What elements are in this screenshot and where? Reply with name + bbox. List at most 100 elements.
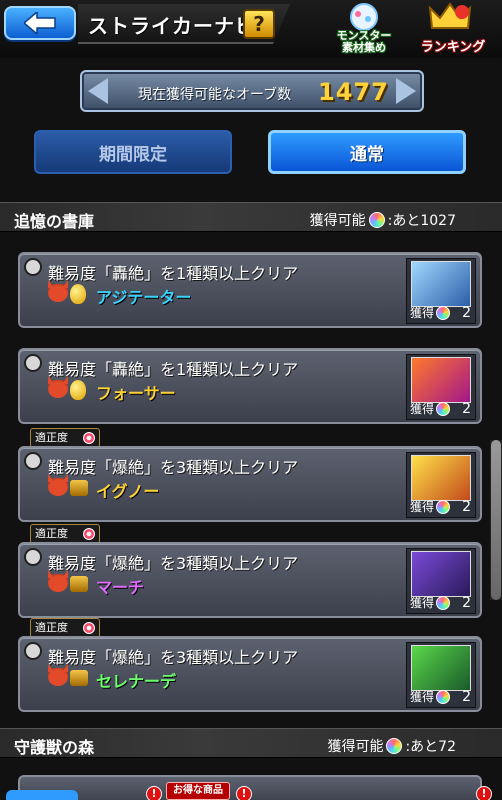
mission-condition: 難易度「爆絶」を3種類以上クリア xyxy=(48,648,299,667)
difficulty-devil-icon xyxy=(48,284,68,302)
page-title: ストライカーナビ xyxy=(88,14,256,38)
reward-label: 獲得 xyxy=(410,306,435,320)
reward-label: 獲得 xyxy=(410,596,435,610)
mission-monster-name: マーチ xyxy=(96,578,145,597)
mission-condition: 難易度「轟絶」を1種類以上クリア xyxy=(48,264,299,283)
chest-icon xyxy=(70,576,88,592)
tab-limited-time[interactable]: 期間限定 xyxy=(34,130,232,174)
orb-counter: 現在獲得可能なオーブ数 1477 xyxy=(80,70,424,112)
status-prefix: 獲得可能 xyxy=(327,739,384,755)
orb-counter-label: 現在獲得可能なオーブ数 xyxy=(138,87,292,103)
mission-card[interactable]: 難易度「轟絶」を1種類以上クリア フォーサー 獲得 2 xyxy=(18,348,482,424)
reward-count: 2 xyxy=(462,305,471,321)
reward-label-wrap: 獲得 xyxy=(410,594,451,611)
mission-check-icon xyxy=(24,258,42,276)
mission-card[interactable]: 難易度「爆絶」を3種類以上クリア マーチ 獲得 2 xyxy=(18,542,482,618)
monster-portrait xyxy=(411,551,471,597)
reward-label: 獲得 xyxy=(410,690,435,704)
reward-label-wrap: 獲得 xyxy=(410,688,451,705)
crown-icon xyxy=(428,2,472,29)
status-prefix: 獲得可能 xyxy=(309,213,366,229)
orb-icon xyxy=(386,738,403,754)
section-status: 獲得可能 :あと72 xyxy=(327,736,456,756)
target-icon xyxy=(83,528,95,540)
alert-badge: ! xyxy=(476,786,492,800)
suitability-label: 適正度 xyxy=(35,527,68,540)
reward-box: 獲得 2 xyxy=(406,354,476,420)
reward-count: 2 xyxy=(462,401,471,417)
section-header-forest: 守護獣の森 獲得可能 :あと72 xyxy=(0,728,502,758)
mission-card[interactable]: 難易度「爆絶」を3種類以上クリア イグノー 獲得 2 xyxy=(18,446,482,522)
materials-label: モンスター 素材集め xyxy=(336,29,392,54)
section-status: 獲得可能 :あと1027 xyxy=(310,210,456,230)
reward-label-wrap: 獲得 xyxy=(410,498,451,515)
help-button[interactable]: ? xyxy=(243,9,275,39)
mission-condition: 難易度「爆絶」を3種類以上クリア xyxy=(48,458,299,477)
mission-monster-name: フォーサー xyxy=(96,384,176,403)
suitability-tag: 適正度 xyxy=(30,524,100,544)
mission-condition: 難易度「爆絶」を3種類以上クリア xyxy=(48,554,299,573)
suitability-tag: 適正度 xyxy=(30,428,100,448)
orb-icon xyxy=(436,401,451,416)
orb-icon xyxy=(436,595,451,610)
ranking-button[interactable]: ランキング xyxy=(410,2,496,54)
deal-badge: お得な商品 xyxy=(166,782,230,800)
mission-icons xyxy=(48,380,86,400)
mission-check-icon xyxy=(24,548,42,566)
suitability-label: 適正度 xyxy=(35,621,68,634)
ranking-label: ランキング xyxy=(420,40,486,55)
reward-label-wrap: 獲得 xyxy=(410,304,451,321)
difficulty-devil-icon xyxy=(48,478,68,496)
mission-check-icon xyxy=(24,452,42,470)
mission-icons xyxy=(48,284,86,304)
monster-portrait xyxy=(411,261,471,307)
mission-monster-name: アジテーター xyxy=(96,288,192,307)
mission-card[interactable]: 難易度「轟絶」を1種類以上クリア アジテーター 獲得 2 xyxy=(18,252,482,328)
reward-box: 獲得 2 xyxy=(406,258,476,324)
mission-icons xyxy=(48,478,88,496)
target-icon xyxy=(83,622,95,634)
monster-egg-icon xyxy=(350,3,378,31)
mission-icons xyxy=(48,668,88,686)
orb-icon xyxy=(436,305,451,320)
right-cap-icon xyxy=(396,78,416,104)
monster-portrait xyxy=(411,357,471,403)
mission-icons xyxy=(48,574,88,592)
monster-materials-button[interactable]: モンスター 素材集め xyxy=(324,2,404,54)
target-icon xyxy=(83,432,95,444)
mission-check-icon xyxy=(24,354,42,372)
difficulty-devil-icon xyxy=(48,574,68,592)
difficulty-devil-icon xyxy=(48,380,68,398)
reward-label: 獲得 xyxy=(410,402,435,416)
section-title: 守護獣の森 xyxy=(14,738,95,757)
reward-label-wrap: 獲得 xyxy=(410,400,451,417)
scrollbar-thumb[interactable] xyxy=(491,440,501,600)
reward-box: 獲得 2 xyxy=(406,548,476,614)
mission-monster-name: イグノー xyxy=(96,482,160,501)
status-remaining: :あと72 xyxy=(405,739,456,755)
reward-box: 獲得 2 xyxy=(406,452,476,518)
reward-count: 2 xyxy=(462,595,471,611)
section-header-library: 追憶の書庫 獲得可能 :あと1027 xyxy=(0,202,502,232)
chest-icon xyxy=(70,480,88,496)
suitability-tag: 適正度 xyxy=(30,618,100,638)
bottom-menu-button[interactable] xyxy=(6,790,78,800)
status-remaining: :あと1027 xyxy=(387,213,456,229)
alert-badge: ! xyxy=(146,786,162,800)
difficulty-devil-icon xyxy=(48,668,68,686)
suitability-label: 適正度 xyxy=(35,431,68,444)
back-button[interactable] xyxy=(4,6,76,40)
reward-count: 2 xyxy=(462,499,471,515)
orb-icon xyxy=(436,689,451,704)
alert-badge: ! xyxy=(236,786,252,800)
monster-portrait xyxy=(411,455,471,501)
monster-portrait xyxy=(411,645,471,691)
reward-count: 2 xyxy=(462,689,471,705)
orb-icon xyxy=(436,499,451,514)
top-bar: ストライカーナビ ? モンスター 素材集め ランキング xyxy=(0,0,502,58)
tab-normal[interactable]: 通常 xyxy=(268,130,466,174)
mission-monster-name: セレナーデ xyxy=(96,672,177,691)
reward-box: 獲得 2 xyxy=(406,642,476,708)
mission-card[interactable]: 難易度「爆絶」を3種類以上クリア セレナーデ 獲得 2 xyxy=(18,636,482,712)
egg-icon xyxy=(70,284,86,304)
